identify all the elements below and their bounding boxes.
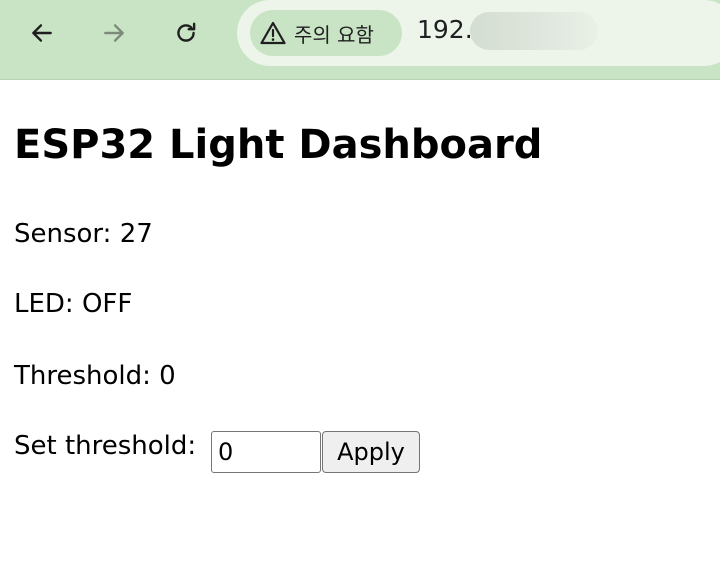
security-chip[interactable]: 주의 요함 bbox=[250, 10, 402, 56]
security-chip-label: 주의 요함 bbox=[294, 22, 374, 47]
browser-toolbar: 주의 요함 192. bbox=[0, 0, 720, 80]
url-text[interactable]: 192. bbox=[417, 15, 473, 44]
warning-icon bbox=[260, 21, 286, 45]
address-bar[interactable]: 주의 요함 192. bbox=[237, 0, 720, 66]
url-redaction bbox=[470, 12, 598, 50]
led-label: LED: bbox=[14, 289, 74, 319]
set-threshold-label: Set threshold: bbox=[14, 431, 197, 461]
forward-button[interactable] bbox=[93, 12, 135, 54]
threshold-line: Threshold: 0 bbox=[14, 360, 176, 392]
page-title: ESP32 Light Dashboard bbox=[14, 122, 543, 168]
reload-button[interactable] bbox=[165, 12, 207, 54]
threshold-label: Threshold: bbox=[14, 361, 151, 391]
led-line: LED: OFF bbox=[14, 288, 132, 320]
reload-icon bbox=[177, 22, 196, 42]
back-button[interactable] bbox=[21, 12, 63, 54]
led-status-value: OFF bbox=[81, 289, 133, 319]
apply-button[interactable]: Apply bbox=[322, 431, 420, 473]
arrow-left-icon bbox=[32, 24, 52, 42]
threshold-input[interactable] bbox=[211, 431, 321, 473]
sensor-value: 27 bbox=[119, 219, 153, 249]
set-threshold-form: Set threshold: Apply bbox=[14, 430, 614, 473]
sensor-label: Sensor: bbox=[14, 219, 112, 249]
sensor-line: Sensor: 27 bbox=[14, 218, 153, 250]
threshold-value: 0 bbox=[159, 361, 176, 391]
arrow-right-icon bbox=[104, 24, 124, 42]
